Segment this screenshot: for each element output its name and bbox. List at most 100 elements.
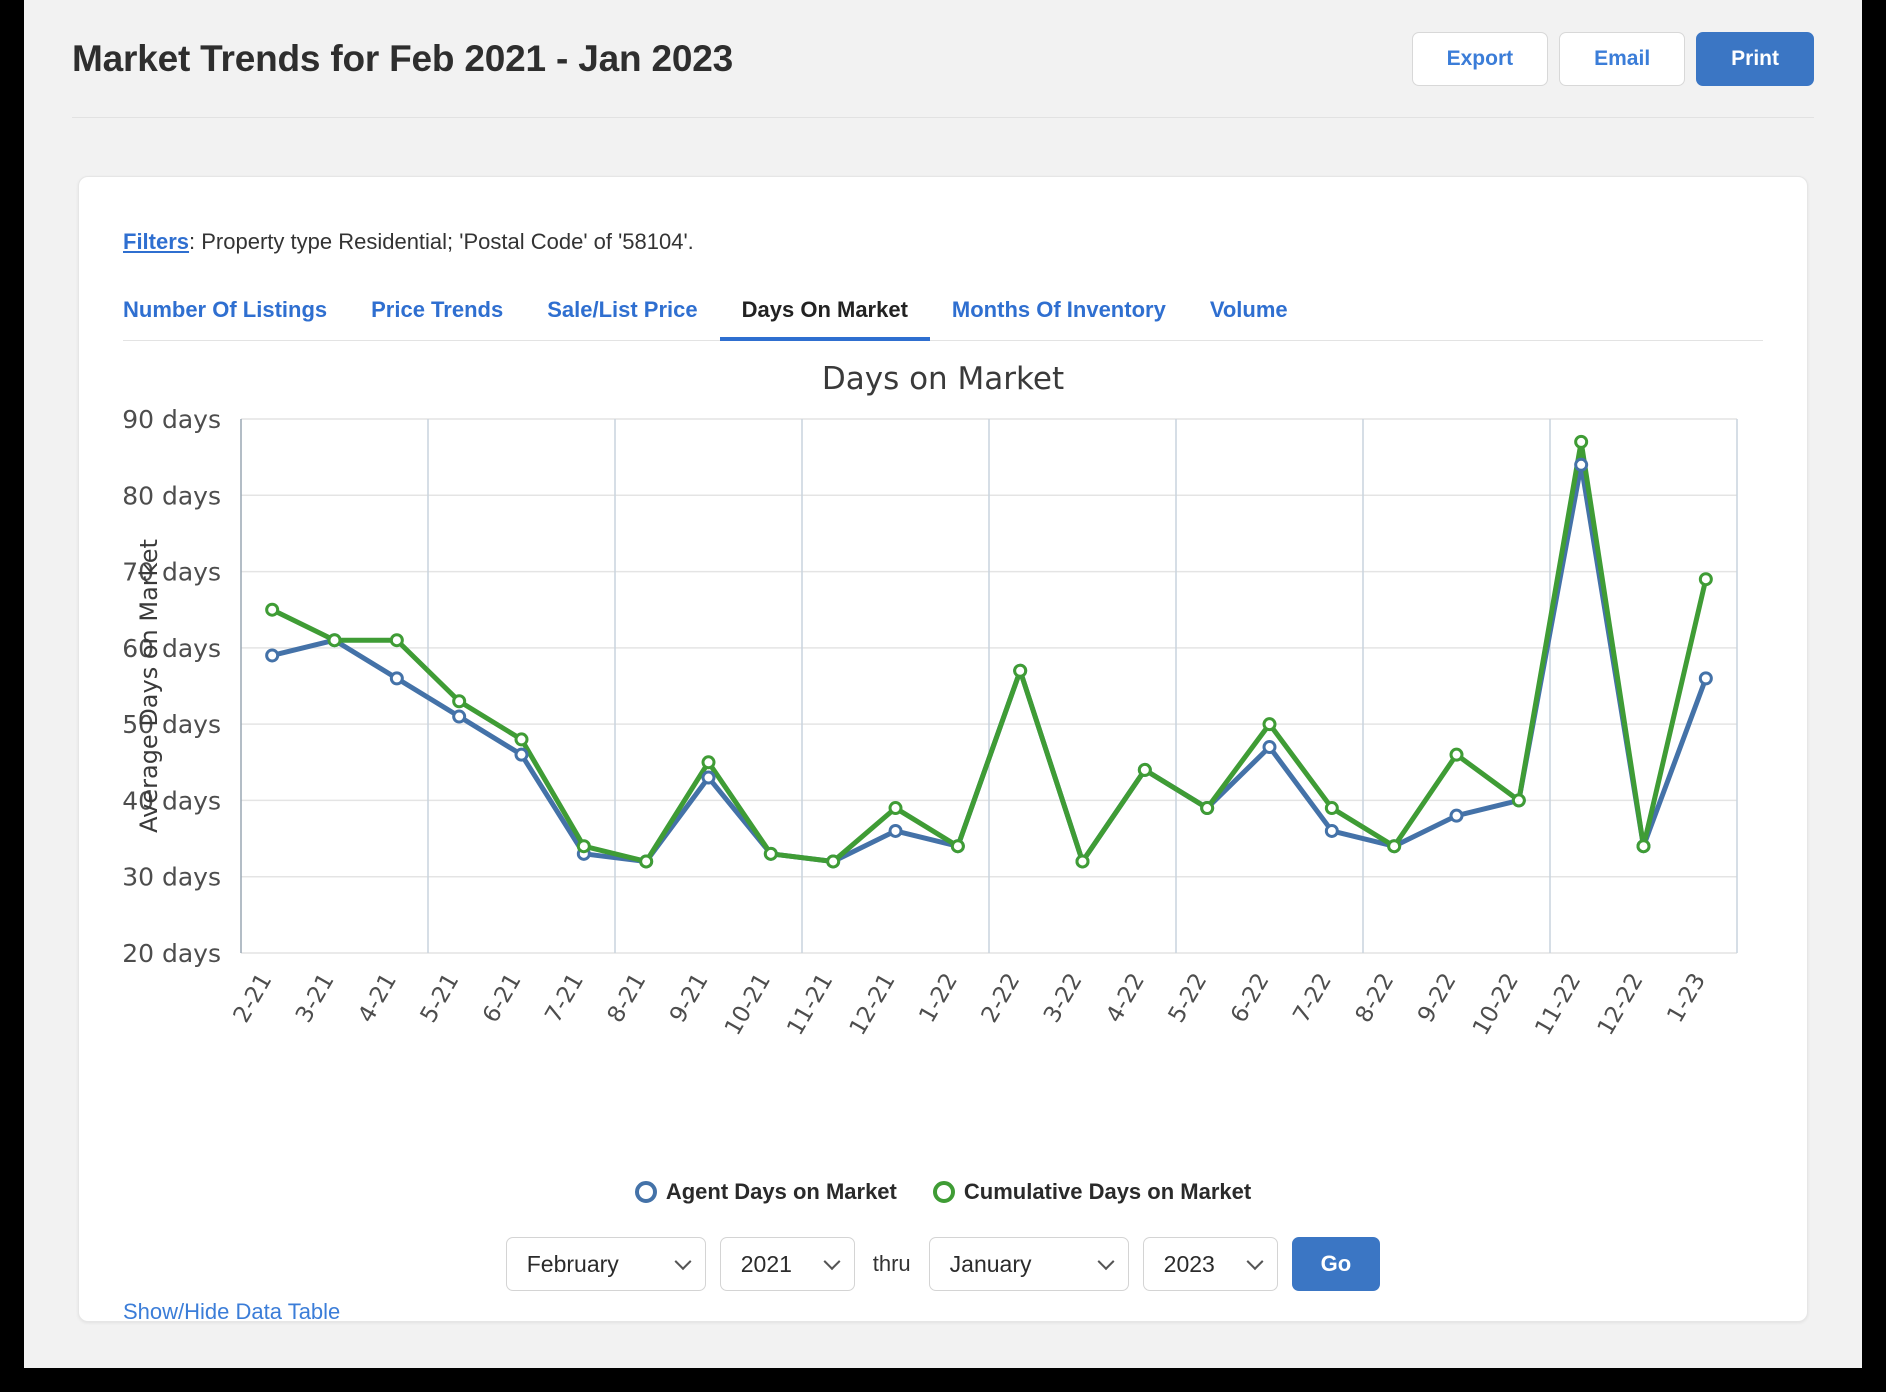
data-point-marker[interactable] (265, 648, 280, 663)
from-year-value: 2021 (740, 1250, 792, 1277)
x-axis-tick-label: 5-21 (416, 969, 465, 1027)
chart-title: Days on Market (821, 361, 1065, 397)
x-axis-tick-label: 8-21 (603, 969, 652, 1027)
filters-summary: Filters: Property type Residential; 'Pos… (123, 229, 694, 255)
x-axis-tick-label: 10-21 (720, 969, 776, 1040)
header-divider (72, 117, 1814, 118)
data-point-marker[interactable] (763, 846, 778, 861)
tab-price-trends[interactable]: Price Trends (349, 297, 525, 341)
x-axis-tick-label: 1-23 (1662, 969, 1711, 1027)
y-axis-tick-label: 30 days (123, 863, 221, 892)
chevron-down-icon (1246, 1253, 1264, 1271)
y-axis-tick-label: 80 days (123, 481, 221, 510)
data-point-marker[interactable] (1449, 808, 1464, 823)
data-point-marker[interactable] (1137, 762, 1152, 777)
data-point-marker[interactable] (514, 747, 529, 762)
data-point-marker[interactable] (1013, 663, 1028, 678)
x-axis-tick-label: 5-22 (1164, 969, 1213, 1027)
filters-text: : Property type Residential; 'Postal Cod… (189, 229, 694, 254)
from-month-select[interactable]: February (505, 1237, 706, 1291)
tab-sale-list-price[interactable]: Sale/List Price (525, 297, 719, 341)
market-trends-card: Filters: Property type Residential; 'Pos… (78, 176, 1808, 1325)
chevron-down-icon (823, 1253, 841, 1271)
to-year-select[interactable]: 2023 (1142, 1237, 1278, 1291)
data-point-marker[interactable] (1262, 740, 1277, 755)
x-axis-tick-label: 12-21 (845, 969, 901, 1040)
x-axis-tick-label: 11-22 (1530, 969, 1586, 1040)
filters-link[interactable]: Filters (123, 229, 189, 254)
go-button[interactable]: Go (1291, 1237, 1381, 1291)
days-on-market-line-chart: 20 days30 days40 days50 days60 days70 da… (123, 405, 1738, 1040)
chart-area: Days on Market 20 days 30 days 40 days 50 d… (123, 353, 1763, 1173)
x-axis-tick-label: 3-21 (291, 969, 340, 1027)
data-point-marker[interactable] (1200, 801, 1215, 816)
header-actions: Export Email Print (1411, 32, 1814, 86)
x-axis-tick-label: 6-22 (1226, 969, 1275, 1027)
data-point-marker[interactable] (1075, 854, 1090, 869)
data-point-marker[interactable] (639, 854, 654, 869)
data-point-marker[interactable] (389, 633, 404, 648)
tab-months-of-inventory[interactable]: Months Of Inventory (930, 297, 1188, 341)
date-range-controls: February 2021 thru January 2023 Go (79, 1237, 1807, 1291)
x-axis-tick-label: 10-22 (1468, 969, 1524, 1040)
from-month-value: February (526, 1250, 619, 1277)
legend-item-agent[interactable]: Agent Days on Market (634, 1179, 897, 1205)
data-point-marker[interactable] (1698, 671, 1713, 686)
tab-days-on-market[interactable]: Days On Market (719, 297, 930, 341)
chevron-down-icon (674, 1253, 692, 1271)
chart-tabs: Number Of Listings Price Trends Sale/Lis… (123, 283, 1763, 341)
data-point-marker[interactable] (1387, 839, 1402, 854)
x-axis-tick-label: 4-21 (353, 969, 402, 1027)
from-year-select[interactable]: 2021 (719, 1237, 855, 1291)
data-point-marker[interactable] (701, 755, 716, 770)
print-button[interactable]: Print (1696, 32, 1814, 86)
circle-marker-icon (634, 1181, 657, 1203)
tab-volume[interactable]: Volume (1188, 297, 1310, 341)
data-point-marker[interactable] (1324, 801, 1339, 816)
x-axis-tick-label: 9-22 (1413, 969, 1462, 1027)
to-month-value: January (949, 1250, 1032, 1277)
x-axis-tick-label: 4-22 (1101, 969, 1150, 1027)
data-point-marker[interactable] (888, 801, 903, 816)
data-point-marker[interactable] (888, 823, 903, 838)
legend-item-cumulative[interactable]: Cumulative Days on Market (932, 1179, 1252, 1205)
y-axis-tick-label: 90 days (123, 405, 221, 434)
x-axis-tick-label: 3-22 (1039, 969, 1088, 1027)
chart-legend: Agent Days on Market Cumulative Days on … (79, 1179, 1807, 1205)
plot-wrapper: 20 days 30 days 40 days 50 days 60 days 70 da… (123, 405, 1763, 1135)
x-axis-tick-label: 7-21 (540, 969, 589, 1027)
data-point-marker[interactable] (701, 770, 716, 785)
y-axis-title: Average Days on Market (135, 539, 163, 833)
legend-label-cumulative: Cumulative Days on Market (963, 1179, 1252, 1204)
tab-number-of-listings[interactable]: Number Of Listings (123, 297, 349, 341)
data-point-marker[interactable] (1636, 839, 1651, 854)
data-point-marker[interactable] (1449, 747, 1464, 762)
data-point-marker[interactable] (389, 671, 404, 686)
data-point-marker[interactable] (265, 602, 280, 617)
thru-label: thru (872, 1251, 911, 1276)
data-point-marker[interactable] (576, 839, 591, 854)
export-button[interactable]: Export (1411, 32, 1549, 86)
chevron-down-icon (1097, 1253, 1115, 1271)
data-point-marker[interactable] (514, 732, 529, 747)
data-point-marker[interactable] (327, 633, 342, 648)
data-point-marker[interactable] (1511, 793, 1526, 808)
app-window: Market Trends for Feb 2021 - Jan 2023 Ex… (24, 0, 1862, 1368)
y-axis-tick-label: 20 days (123, 939, 221, 968)
email-button[interactable]: Email (1559, 32, 1686, 86)
x-axis-tick-label: 12-22 (1593, 969, 1649, 1040)
data-point-marker[interactable] (1698, 572, 1713, 587)
data-point-marker[interactable] (1574, 434, 1589, 449)
x-axis-tick-label: 11-21 (782, 969, 838, 1040)
show-hide-data-table-link[interactable]: Show/Hide Data Table (123, 1299, 340, 1325)
to-month-select[interactable]: January (928, 1237, 1129, 1291)
data-point-marker[interactable] (452, 694, 467, 709)
data-point-marker[interactable] (452, 709, 467, 724)
data-point-marker[interactable] (1574, 457, 1589, 472)
x-axis-tick-label: 6-21 (478, 969, 527, 1027)
data-point-marker[interactable] (1262, 717, 1277, 732)
data-point-marker[interactable] (950, 839, 965, 854)
x-axis-tick-label: 9-21 (665, 969, 714, 1027)
data-point-marker[interactable] (826, 854, 841, 869)
data-point-marker[interactable] (1324, 823, 1339, 838)
